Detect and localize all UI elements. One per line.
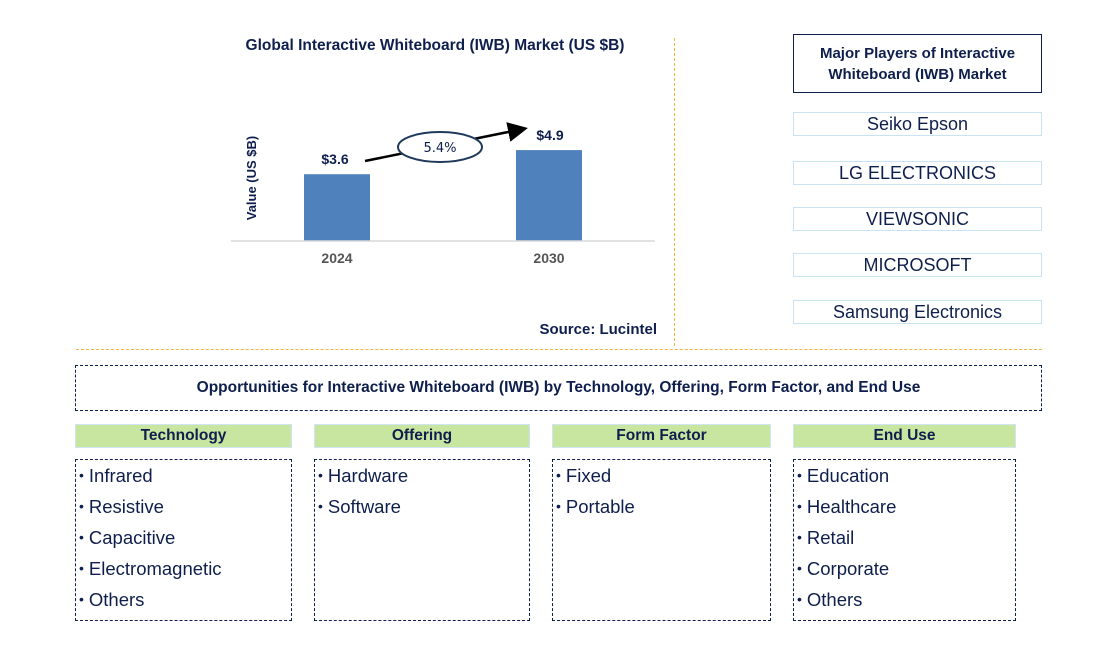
list-item: • Others — [797, 585, 1015, 616]
list-item: • Portable — [556, 492, 770, 523]
bullet-icon: • — [556, 498, 561, 514]
category-header-technology: Technology — [75, 424, 292, 448]
bullet-icon: • — [318, 498, 323, 514]
list-item: • Healthcare — [797, 492, 1015, 523]
bullet-icon: • — [79, 591, 84, 607]
player-item: Seiko Epson — [793, 112, 1042, 136]
list-item: • Hardware — [318, 461, 529, 492]
category-list-offering: • Hardware • Software — [314, 459, 530, 621]
player-item: Samsung Electronics — [793, 300, 1042, 324]
bullet-icon: • — [797, 591, 802, 607]
source-label: Source: Lucintel — [539, 321, 657, 338]
list-item: • Education — [797, 461, 1015, 492]
bar-2030 — [516, 150, 582, 241]
category-header-end-use: End Use — [793, 424, 1016, 448]
player-item: LG ELECTRONICS — [793, 161, 1042, 185]
list-item-label: Retail — [806, 527, 855, 548]
bullet-icon: • — [318, 467, 323, 483]
list-item-label: Corporate — [806, 558, 890, 579]
bullet-icon: • — [797, 467, 802, 483]
list-item: • Others — [79, 585, 291, 616]
bullet-icon: • — [79, 529, 84, 545]
list-item: • Software — [318, 492, 529, 523]
list-item: • Capacitive — [79, 523, 291, 554]
player-item: MICROSOFT — [793, 253, 1042, 277]
list-item: • Fixed — [556, 461, 770, 492]
list-item: • Electromagnetic — [79, 554, 291, 585]
list-item-label: Others — [88, 589, 145, 610]
list-item: • Infrared — [79, 461, 291, 492]
list-item-label: Resistive — [88, 496, 164, 517]
player-item: VIEWSONIC — [793, 207, 1042, 231]
list-item-label: Hardware — [327, 465, 409, 486]
list-item: • Resistive — [79, 492, 291, 523]
list-item: • Corporate — [797, 554, 1015, 585]
list-item-label: Software — [327, 496, 401, 517]
category-list-form-factor: • Fixed • Portable — [552, 459, 771, 621]
bar-chart: Value (US $B) $3.6 2024 $4.9 2030 5.4% — [231, 122, 655, 266]
list-item-label: Portable — [565, 496, 635, 517]
x-tick-label-2030: 2030 — [533, 250, 564, 266]
list-item-label: Capacitive — [88, 527, 176, 548]
list-item: • Retail — [797, 523, 1015, 554]
bullet-icon: • — [797, 529, 802, 545]
bullet-icon: • — [797, 498, 802, 514]
list-item-label: Healthcare — [806, 496, 897, 517]
bullet-icon: • — [79, 498, 84, 514]
list-item-label: Education — [806, 465, 890, 486]
list-item-label: Electromagnetic — [88, 558, 222, 579]
bullet-icon: • — [797, 560, 802, 576]
vertical-divider — [674, 38, 675, 346]
bullet-icon: • — [79, 560, 84, 576]
players-title: Major Players of Interactive Whiteboard … — [793, 34, 1042, 93]
category-header-offering: Offering — [314, 424, 530, 448]
data-label-2030: $4.9 — [536, 127, 563, 143]
bullet-icon: • — [556, 467, 561, 483]
list-item-label: Infrared — [88, 465, 153, 486]
list-item-label: Fixed — [565, 465, 612, 486]
cagr-label: 5.4% — [423, 141, 456, 156]
data-label-2024: $3.6 — [321, 151, 348, 167]
bullet-icon: • — [79, 467, 84, 483]
opportunities-title: Opportunities for Interactive Whiteboard… — [75, 365, 1042, 411]
list-item-label: Others — [806, 589, 863, 610]
bar-2024 — [304, 174, 370, 241]
horizontal-divider — [76, 349, 1042, 350]
x-tick-label-2024: 2024 — [321, 250, 352, 266]
y-axis-label: Value (US $B) — [244, 136, 259, 221]
chart-title: Global Interactive Whiteboard (IWB) Mark… — [245, 37, 625, 54]
category-list-end-use: • Education • Healthcare • Retail • Corporate • O… — [793, 459, 1016, 621]
category-header-form-factor: Form Factor — [552, 424, 771, 448]
category-list-technology: • Infrared • Resistive • Capacitive • Electroma… — [75, 459, 292, 621]
